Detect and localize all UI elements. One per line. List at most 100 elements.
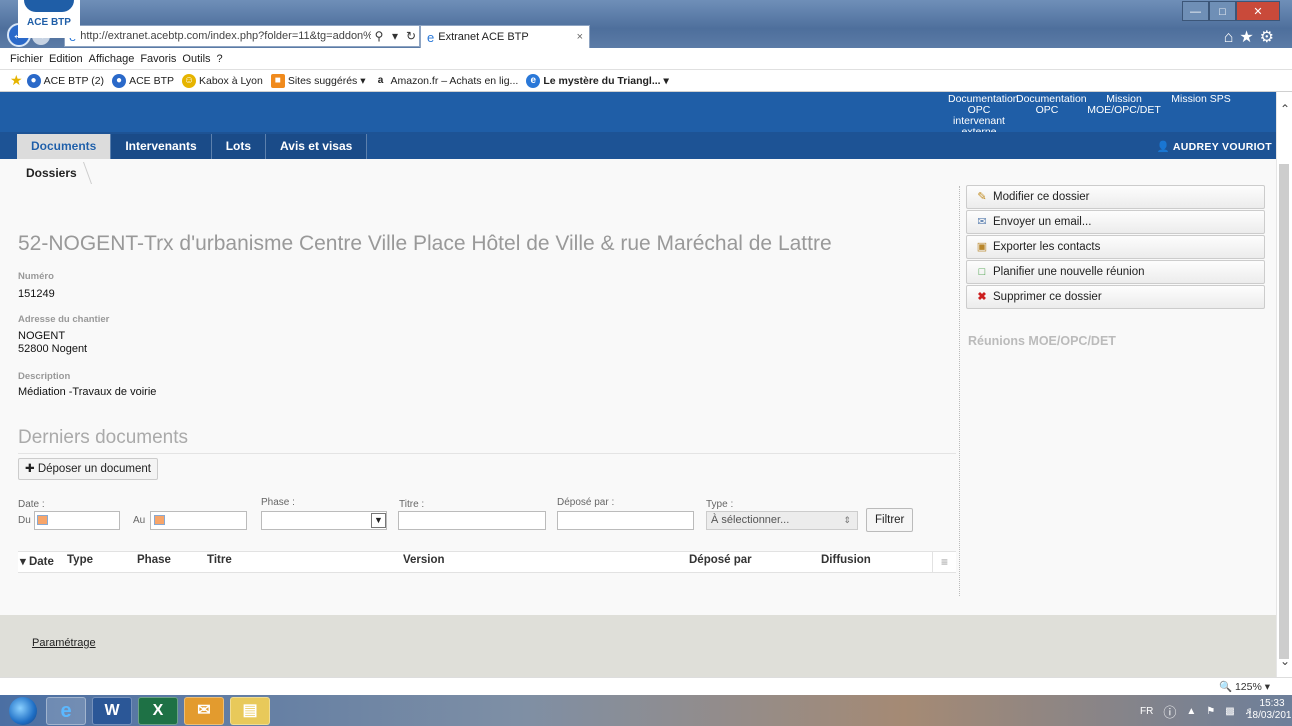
notification-icon[interactable]: ⓘ xyxy=(1163,702,1176,721)
column-depose-par[interactable]: Déposé par xyxy=(689,554,752,566)
column-diffusion[interactable]: Diffusion xyxy=(821,554,871,566)
user-menu[interactable]: 👤 AUDREY VOURIOT xyxy=(1157,140,1272,153)
ace-icon: ● xyxy=(112,73,127,88)
scrollbar-thumb[interactable] xyxy=(1279,164,1289,659)
search-icon[interactable]: ⚲ xyxy=(371,29,387,43)
explorer-taskbar-icon[interactable]: ▤ xyxy=(230,697,270,725)
clock-date: 18/03/2016 xyxy=(1247,710,1292,721)
tab-close-icon[interactable]: × xyxy=(577,31,583,43)
calendar-icon[interactable] xyxy=(154,515,165,525)
zoom-level[interactable]: 🔍 125% ▾ xyxy=(1219,680,1270,693)
browser-tab[interactable]: e Extranet ACE BTP × xyxy=(420,25,590,48)
scroll-down-icon[interactable]: ⌄ xyxy=(1280,654,1290,668)
window-controls: — □ ✕ xyxy=(1182,1,1280,21)
taskbar-clock[interactable]: 15:33 18/03/2016 xyxy=(1247,698,1292,722)
plan-meeting-button[interactable]: □ Planifier une nouvelle réunion xyxy=(966,260,1265,284)
menu-help[interactable]: ? xyxy=(217,53,223,65)
favorites-add-icon[interactable]: ★ xyxy=(10,72,23,89)
filter-button[interactable]: Filtrer xyxy=(866,508,914,532)
email-icon: ✉ xyxy=(977,216,987,228)
minimize-button[interactable]: — xyxy=(1182,1,1209,21)
delete-x-icon: ✖ xyxy=(977,291,987,303)
logo-arc-icon xyxy=(24,0,74,12)
address-line2: 52800 Nogent xyxy=(18,343,88,355)
gear-icon[interactable]: ⚙ xyxy=(1260,29,1280,46)
flag-icon[interactable]: ⚑ xyxy=(1206,706,1215,717)
scroll-up-icon[interactable]: ⌃ xyxy=(1280,102,1290,116)
start-button[interactable] xyxy=(9,697,37,725)
export-contacts-button[interactable]: ▣ Exporter les contacts xyxy=(966,235,1265,259)
maximize-button[interactable]: □ xyxy=(1209,1,1236,21)
language-indicator[interactable]: FR xyxy=(1140,706,1153,717)
phase-filter-label: Phase : xyxy=(261,497,295,508)
type-select[interactable]: À sélectionner... ⇕ xyxy=(706,511,858,530)
tab-title: Extranet ACE BTP xyxy=(438,31,529,43)
titre-filter-label: Titre : xyxy=(399,499,425,510)
menu-edition[interactable]: Edition xyxy=(49,53,83,65)
type-select-value: À sélectionner... xyxy=(711,514,790,526)
home-icon[interactable]: ⌂ xyxy=(1224,29,1240,46)
column-version[interactable]: Version xyxy=(403,554,445,566)
tab-avis-visas[interactable]: Avis et visas xyxy=(266,134,368,159)
phase-select[interactable] xyxy=(261,511,387,530)
tab-documents[interactable]: Documents xyxy=(17,134,112,159)
description-label: Description xyxy=(18,371,71,382)
favorite-ace-btp[interactable]: ● ACE BTP xyxy=(112,73,174,88)
column-phase[interactable]: Phase xyxy=(137,554,171,566)
favorite-triangle[interactable]: e Le mystère du Triangl... ▾ xyxy=(526,73,669,88)
titre-input[interactable] xyxy=(398,511,546,530)
menu-outils[interactable]: Outils xyxy=(182,53,210,65)
word-taskbar-icon[interactable]: W xyxy=(92,697,132,725)
column-date[interactable]: ▾ Date xyxy=(20,554,54,568)
breadcrumb[interactable]: Dossiers xyxy=(26,166,77,180)
sidebar-divider xyxy=(959,186,960,596)
ie-taskbar-icon[interactable]: e xyxy=(46,697,86,725)
select-arrows-icon: ⇕ xyxy=(843,515,851,525)
dropdown-arrow-icon[interactable]: ▾ xyxy=(387,29,403,43)
edit-pencil-icon: ✎ xyxy=(977,191,987,203)
favorite-kabox[interactable]: ☺ Kabox à Lyon xyxy=(182,73,263,88)
menu-favoris[interactable]: Favoris xyxy=(140,53,176,65)
page-title: 52-NOGENT-Trx d'urbanisme Centre Ville P… xyxy=(18,232,832,255)
ace-btp-logo[interactable]: ACE BTP xyxy=(18,0,80,38)
browser-menubar: Fichier Edition Affichage Favoris Outils… xyxy=(0,48,1292,70)
ie-tab-icon: e xyxy=(427,29,435,45)
date-to-label: Au xyxy=(133,515,146,526)
site-tabs: Documents Intervenants Lots Avis et visa… xyxy=(17,134,368,159)
chevron-down-icon[interactable]: ▼ xyxy=(371,513,386,528)
outlook-taskbar-icon[interactable]: ✉ xyxy=(184,697,224,725)
column-menu-icon[interactable]: ≡ xyxy=(932,552,956,572)
address-url[interactable]: http://extranet.acebtp.com/index.php?fol… xyxy=(80,30,371,42)
kabox-icon: ☺ xyxy=(182,73,196,88)
calendar-icon[interactable] xyxy=(37,515,48,525)
menu-affichage[interactable]: Affichage xyxy=(89,53,135,65)
new-meeting-icon: □ xyxy=(978,266,986,278)
refresh-icon[interactable]: ↻ xyxy=(403,29,419,43)
ace-icon: ● xyxy=(26,73,41,88)
close-window-button[interactable]: ✕ xyxy=(1236,1,1280,21)
excel-taskbar-icon[interactable]: X xyxy=(138,697,178,725)
chevron-up-icon[interactable]: ▲ xyxy=(1186,706,1196,717)
network-icon[interactable]: ▩ xyxy=(1225,706,1234,717)
depose-par-label: Déposé par : xyxy=(557,497,615,508)
section-title-documents: Derniers documents xyxy=(18,427,189,448)
settings-link[interactable]: Paramétrage xyxy=(32,637,96,649)
section-divider xyxy=(18,453,956,454)
column-type[interactable]: Type xyxy=(67,554,93,566)
favorite-suggested-sites[interactable]: ■ Sites suggérés ▾ xyxy=(270,73,365,88)
tab-lots[interactable]: Lots xyxy=(211,134,267,159)
numero-label: Numéro xyxy=(18,271,54,282)
depose-par-input[interactable] xyxy=(557,511,694,530)
edit-folder-button[interactable]: ✎ Modifier ce dossier xyxy=(966,185,1265,209)
tab-intervenants[interactable]: Intervenants xyxy=(111,134,212,159)
favorite-ace-btp-2[interactable]: ● ACE BTP (2) xyxy=(26,73,104,88)
send-email-button[interactable]: ✉ Envoyer un email... xyxy=(966,210,1265,234)
column-titre[interactable]: Titre xyxy=(207,554,232,566)
favorites-bar: ★ ● ACE BTP (2) ● ACE BTP ☺ Kabox à Lyon ■ S… xyxy=(0,70,1292,92)
favorites-star-icon[interactable]: ★ xyxy=(1239,29,1259,46)
upload-document-button[interactable]: ✚ Déposer un document xyxy=(18,458,158,480)
delete-folder-button[interactable]: ✖ Supprimer ce dossier xyxy=(966,285,1265,309)
address-bar[interactable]: e http://extranet.acebtp.com/index.php?f… xyxy=(64,25,420,47)
menu-fichier[interactable]: Fichier xyxy=(10,53,43,65)
favorite-amazon[interactable]: a Amazon.fr – Achats en lig... xyxy=(373,73,518,88)
